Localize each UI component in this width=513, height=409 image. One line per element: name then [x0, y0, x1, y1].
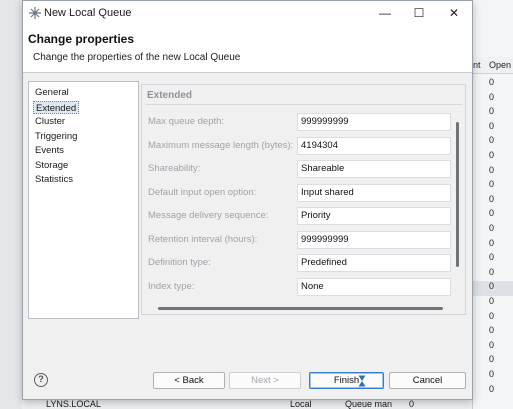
open-count-cell: 0: [489, 281, 495, 292]
property-value-field[interactable]: 999999999: [297, 113, 451, 131]
property-label: Message delivery sequence:: [148, 210, 269, 221]
open-count-cell: 0: [489, 106, 495, 117]
close-button[interactable]: ✕: [437, 1, 471, 25]
open-count-cell: 0: [489, 369, 495, 379]
open-count-cell: 0: [489, 77, 495, 87]
property-value-field[interactable]: None: [297, 277, 451, 296]
open-count-cell: 0: [489, 354, 495, 365]
new-local-queue-dialog: New Local Queue — ☐ ✕ Change properties …: [22, 0, 473, 400]
property-category-list: General Extended Cluster Triggering Events St…: [28, 81, 139, 319]
nav-item-triggering[interactable]: Triggering: [33, 130, 79, 143]
row-type: Local: [290, 399, 312, 409]
cancel-button[interactable]: Cancel: [389, 372, 466, 389]
nav-item-events[interactable]: Events: [33, 144, 66, 157]
property-label: Max queue depth:: [148, 116, 225, 127]
minimize-button[interactable]: —: [368, 1, 402, 25]
finish-label: Finish: [333, 375, 360, 386]
property-label: Shareability:: [148, 163, 201, 174]
next-button[interactable]: Next >: [229, 372, 301, 389]
property-value-field[interactable]: 4194304: [297, 136, 451, 155]
property-value-field[interactable]: Priority: [297, 207, 451, 225]
property-label: Index type:: [148, 280, 195, 292]
busy-hourglass-icon: [358, 375, 366, 387]
section-title: Extended: [147, 90, 193, 101]
page-title: Change properties: [28, 32, 135, 46]
back-button[interactable]: < Back: [153, 372, 225, 389]
nav-item-storage[interactable]: Storage: [33, 159, 70, 172]
property-value-field[interactable]: Shareable: [297, 160, 451, 178]
open-count-cell: 0: [489, 164, 495, 175]
property-label: Default input open option:: [148, 186, 257, 198]
help-icon[interactable]: ?: [34, 373, 48, 387]
open-count-cell: 0: [489, 266, 495, 277]
column-header-open[interactable]: Open: [489, 60, 511, 70]
open-count-cell: 0: [489, 135, 495, 146]
maximize-button[interactable]: ☐: [402, 1, 436, 25]
open-count-cell: 0: [489, 310, 495, 321]
open-count-cell: 0: [489, 339, 495, 350]
nav-item-general[interactable]: General: [33, 86, 71, 99]
horizontal-scrollbar[interactable]: [158, 307, 443, 310]
open-count-cell: 0: [489, 120, 495, 131]
page-description: Change the properties of the new Local Q…: [33, 52, 241, 63]
row-name: LYNS.LOCAL: [46, 399, 101, 409]
column-header-nt: nt: [473, 60, 481, 70]
open-count-cell: 0: [489, 91, 495, 102]
row-usage: Queue man: [345, 399, 393, 409]
finish-button[interactable]: Finish: [309, 372, 384, 389]
nav-item-statistics[interactable]: Statistics: [33, 173, 75, 186]
open-count-cell: 0: [489, 208, 495, 219]
property-value-field[interactable]: Predefined: [297, 254, 451, 272]
extended-properties-panel: Extended Max queue depth: 999999999 Maximu…: [141, 84, 466, 315]
vertical-scrollbar[interactable]: [456, 122, 459, 267]
property-label: Maximum message length (bytes):: [148, 139, 294, 151]
open-count-cell: 0: [489, 383, 495, 394]
section-divider: [146, 104, 462, 105]
open-count-cell: 0: [489, 325, 495, 336]
property-value-field[interactable]: 999999999: [297, 230, 451, 249]
title-bar[interactable]: New Local Queue — ☐ ✕: [23, 1, 472, 25]
window-title: New Local Queue: [44, 7, 132, 19]
open-count-cell: 0: [489, 223, 495, 233]
mq-app-icon: [29, 7, 41, 19]
open-count-cell: 0: [489, 193, 495, 204]
property-label: Definition type:: [148, 257, 211, 268]
workbench-left-strip: [0, 0, 22, 409]
open-count-cell: 0: [489, 179, 495, 190]
property-value-field[interactable]: Input shared: [297, 183, 451, 202]
open-count-cell: 0: [489, 237, 495, 248]
table-header: nt Open: [473, 57, 513, 74]
property-label: Retention interval (hours):: [148, 233, 258, 245]
nav-item-cluster[interactable]: Cluster: [33, 115, 67, 128]
nav-item-extended[interactable]: Extended: [33, 100, 80, 114]
row-count: 0: [409, 399, 415, 409]
open-count-cell: 0: [489, 296, 495, 306]
open-count-cell: 0: [489, 252, 495, 263]
open-count-cell: 0: [489, 150, 495, 160]
wizard-header: Change properties Change the properties …: [23, 25, 472, 73]
queue-table-partial: nt Open 0 0 0 0 0 0 0 0 0 0 0 0 0 0 0 0 0 0 0 0 0 0: [472, 0, 513, 409]
